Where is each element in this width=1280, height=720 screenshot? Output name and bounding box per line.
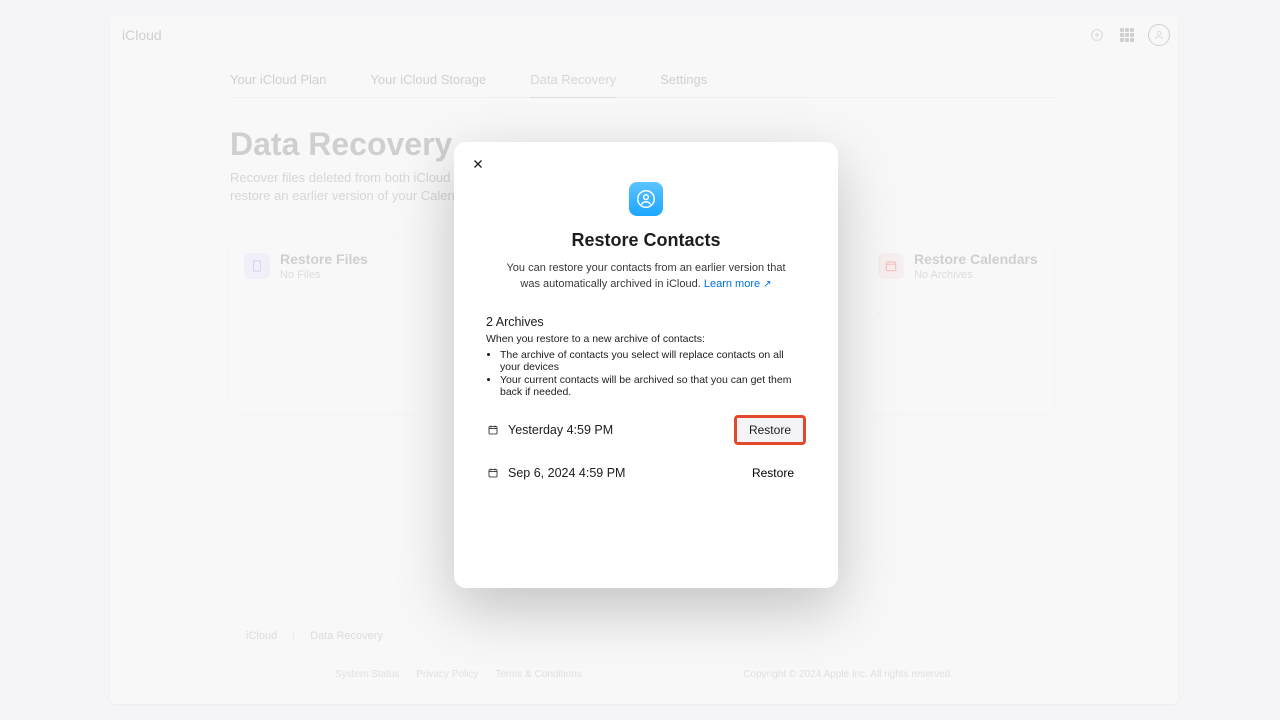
contacts-app-icon — [629, 182, 663, 216]
footer-breadcrumb: iCloud Data Recovery — [110, 630, 1178, 642]
bullet-item: The archive of contacts you select will … — [500, 349, 806, 373]
breadcrumb-page: Data Recovery — [310, 630, 383, 642]
card-restore-calendars[interactable]: Restore Calendars No Archives . — [864, 237, 1054, 413]
account-avatar-icon[interactable] — [1148, 24, 1170, 46]
modal-title: Restore Contacts — [571, 230, 720, 251]
archive-date: Sep 6, 2024 4:59 PM — [508, 466, 732, 480]
files-icon — [244, 253, 270, 279]
tutorial-highlight: Restore — [734, 415, 806, 445]
divider — [293, 631, 294, 641]
archives-note: When you restore to a new archive of con… — [486, 333, 806, 345]
footer-link-terms[interactable]: Terms & Conditions — [495, 669, 582, 680]
tab-settings[interactable]: Settings — [660, 54, 707, 97]
card-title: Restore Files — [280, 251, 368, 267]
tab-your-icloud-plan[interactable]: Your iCloud Plan — [230, 54, 326, 97]
footer-copyright: Copyright © 2024 Apple Inc. All rights r… — [743, 669, 953, 680]
archive-list: Yesterday 4:59 PM Restore Sep 6, 2024 4:… — [472, 399, 820, 493]
footer-link-privacy[interactable]: Privacy Policy — [416, 669, 478, 680]
plus-circle-icon[interactable] — [1088, 26, 1106, 44]
app-topbar: iCloud — [110, 16, 1178, 54]
archive-row: Yesterday 4:59 PM Restore — [486, 407, 806, 453]
calendar-small-icon — [486, 466, 500, 480]
restore-button[interactable]: Restore — [740, 461, 806, 485]
topbar-actions — [1088, 24, 1170, 46]
brand-label: iCloud — [122, 27, 162, 43]
bullet-item: Your current contacts will be archived s… — [500, 374, 806, 398]
archive-row: Sep 6, 2024 4:59 PM Restore — [486, 453, 806, 493]
breadcrumb-home[interactable]: iCloud — [246, 630, 277, 642]
card-subtitle: No Files — [280, 269, 368, 281]
brand[interactable]: iCloud — [118, 27, 162, 43]
archives-count: 2 Archives — [486, 315, 806, 329]
calendar-icon — [878, 253, 904, 279]
tab-data-recovery[interactable]: Data Recovery — [530, 54, 616, 97]
card-note: . — [244, 305, 406, 317]
app-grid-icon[interactable] — [1118, 26, 1136, 44]
archive-date: Yesterday 4:59 PM — [508, 423, 726, 437]
tab-your-icloud-storage[interactable]: Your iCloud Storage — [370, 54, 486, 97]
restore-button[interactable]: Restore — [737, 418, 803, 442]
external-link-icon: ↗ — [763, 279, 771, 290]
card-title: Restore Calendars — [914, 251, 1038, 267]
card-note: . — [878, 305, 1040, 317]
archives-section: 2 Archives When you restore to a new arc… — [472, 315, 820, 399]
archives-bullets: The archive of contacts you select will … — [500, 349, 806, 398]
close-button[interactable] — [468, 154, 488, 174]
settings-tabs: Your iCloud Plan Your iCloud Storage Dat… — [230, 54, 1058, 98]
learn-more-link[interactable]: Learn more ↗ — [704, 278, 772, 290]
card-restore-files[interactable]: Restore Files No Files . — [230, 237, 420, 413]
restore-contacts-modal: Restore Contacts You can restore your co… — [454, 142, 838, 588]
calendar-small-icon — [486, 423, 500, 437]
footer-link-system-status[interactable]: System Status — [335, 669, 399, 680]
modal-description: You can restore your contacts from an ea… — [496, 261, 796, 293]
card-subtitle: No Archives — [914, 269, 1038, 281]
footer-legal: System Status Privacy Policy Terms & Con… — [110, 669, 1178, 680]
